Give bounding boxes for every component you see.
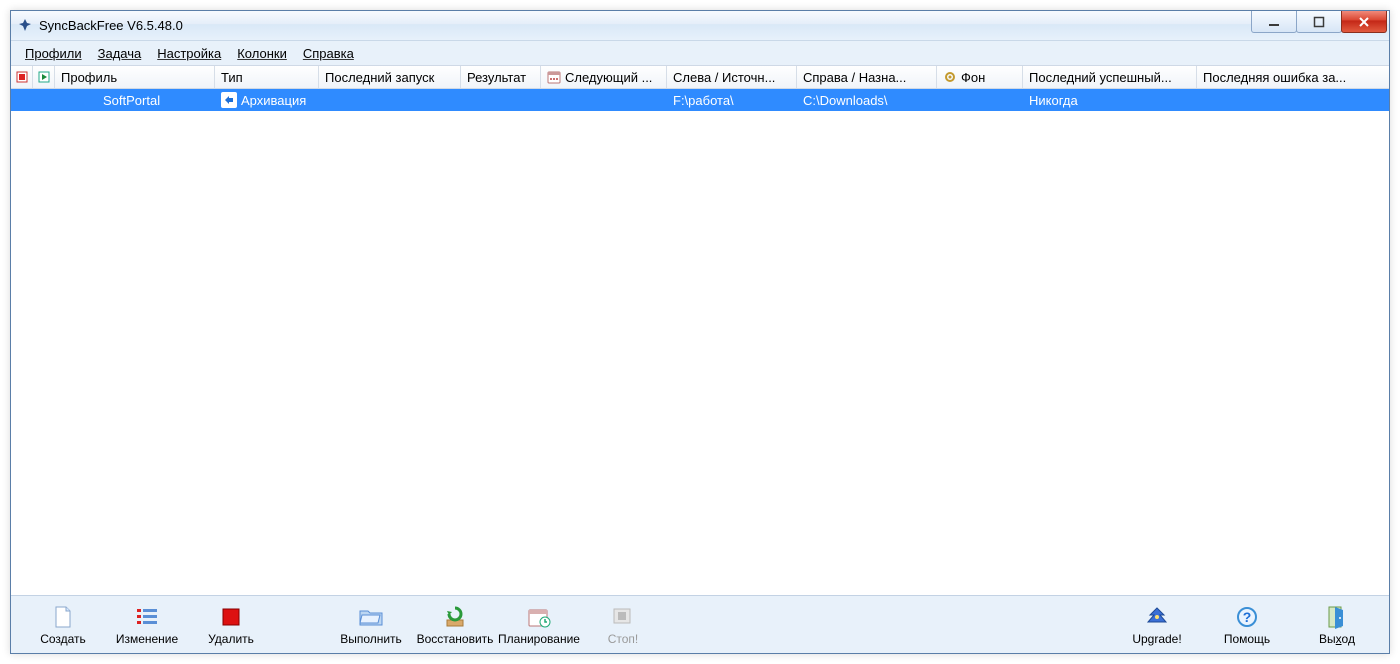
stop-icon [221, 604, 241, 630]
list-icon [135, 604, 159, 630]
upgrade-button[interactable]: Upgrade! [1119, 604, 1195, 646]
column-last-ok[interactable]: Последний успешный... [1023, 66, 1197, 88]
table-row[interactable]: SoftPortal Архивация F:\работа\ C:\Downl… [11, 89, 1389, 111]
row-lastok-cell: Никогда [1023, 89, 1197, 111]
app-icon [17, 18, 33, 34]
row-stop-cell [11, 89, 33, 111]
row-type-cell: Архивация [215, 89, 319, 111]
schedule-button[interactable]: Планирование [501, 604, 577, 646]
column-last-run[interactable]: Последний запуск [319, 66, 461, 88]
backup-icon [221, 92, 237, 108]
grid-header: Профиль Тип Последний запуск Результат С… [11, 65, 1389, 89]
stop-grey-icon [612, 604, 634, 630]
column-last-error[interactable]: Последняя ошибка за... [1197, 66, 1389, 88]
menu-columns[interactable]: Колонки [229, 44, 295, 63]
help-icon: ? [1236, 604, 1258, 630]
row-lasterr-cell [1197, 89, 1389, 111]
modify-button[interactable]: Изменение [109, 604, 185, 646]
app-window: SyncBackFree V6.5.48.0 Профили Задача На… [10, 10, 1390, 654]
schedule-icon [527, 604, 551, 630]
row-next-cell [541, 89, 667, 111]
close-button[interactable] [1341, 11, 1387, 33]
row-type-text: Архивация [241, 93, 306, 108]
row-result-cell [461, 89, 541, 111]
row-left-cell: F:\работа\ [667, 89, 797, 111]
menu-help[interactable]: Справка [295, 44, 362, 63]
stop-button[interactable]: Стоп! [585, 604, 661, 646]
menu-settings[interactable]: Настройка [149, 44, 229, 63]
new-file-icon [52, 604, 74, 630]
menu-bar: Профили Задача Настройка Колонки Справка [11, 41, 1389, 65]
calendar-icon [547, 70, 561, 84]
column-right-dest[interactable]: Справа / Назна... [797, 66, 937, 88]
row-profile-text: SoftPortal [103, 93, 160, 108]
upgrade-icon [1146, 604, 1168, 630]
column-background[interactable]: Фон [937, 66, 1023, 88]
exit-icon [1327, 604, 1347, 630]
folder-run-icon [358, 604, 384, 630]
row-profile-cell: SoftPortal [55, 89, 215, 111]
gear-icon [943, 70, 957, 84]
column-next[interactable]: Следующий ... [541, 66, 667, 88]
column-profile[interactable]: Профиль [55, 66, 215, 88]
minimize-button[interactable] [1251, 11, 1297, 33]
create-button[interactable]: Создать [25, 604, 101, 646]
restore-icon [443, 604, 467, 630]
row-play-cell [33, 89, 55, 111]
grid-body[interactable]: SoftPortal Архивация F:\работа\ C:\Downl… [11, 89, 1389, 595]
delete-button[interactable]: Удалить [193, 604, 269, 646]
svg-text:?: ? [1243, 609, 1252, 625]
run-button[interactable]: Выполнить [333, 604, 409, 646]
row-lastrun-cell [319, 89, 461, 111]
maximize-button[interactable] [1296, 11, 1342, 33]
column-result[interactable]: Результат [461, 66, 541, 88]
row-right-cell: C:\Downloads\ [797, 89, 937, 111]
column-stop-icon[interactable] [11, 66, 33, 88]
exit-button[interactable]: Выход [1299, 604, 1375, 646]
exit-label: Выход [1319, 632, 1355, 646]
help-button[interactable]: ? Помощь [1209, 604, 1285, 646]
restore-button[interactable]: Восстановить [417, 604, 493, 646]
menu-profiles[interactable]: Профили [17, 44, 90, 63]
column-play-icon[interactable] [33, 66, 55, 88]
column-type[interactable]: Тип [215, 66, 319, 88]
row-bg-cell [937, 89, 1023, 111]
window-controls [1251, 11, 1389, 40]
bottom-toolbar: Создать Изменение Удалить Выполнить [11, 595, 1389, 653]
menu-task[interactable]: Задача [90, 44, 150, 63]
window-title: SyncBackFree V6.5.48.0 [39, 18, 183, 33]
column-left-source[interactable]: Слева / Источн... [667, 66, 797, 88]
title-bar: SyncBackFree V6.5.48.0 [11, 11, 1389, 41]
